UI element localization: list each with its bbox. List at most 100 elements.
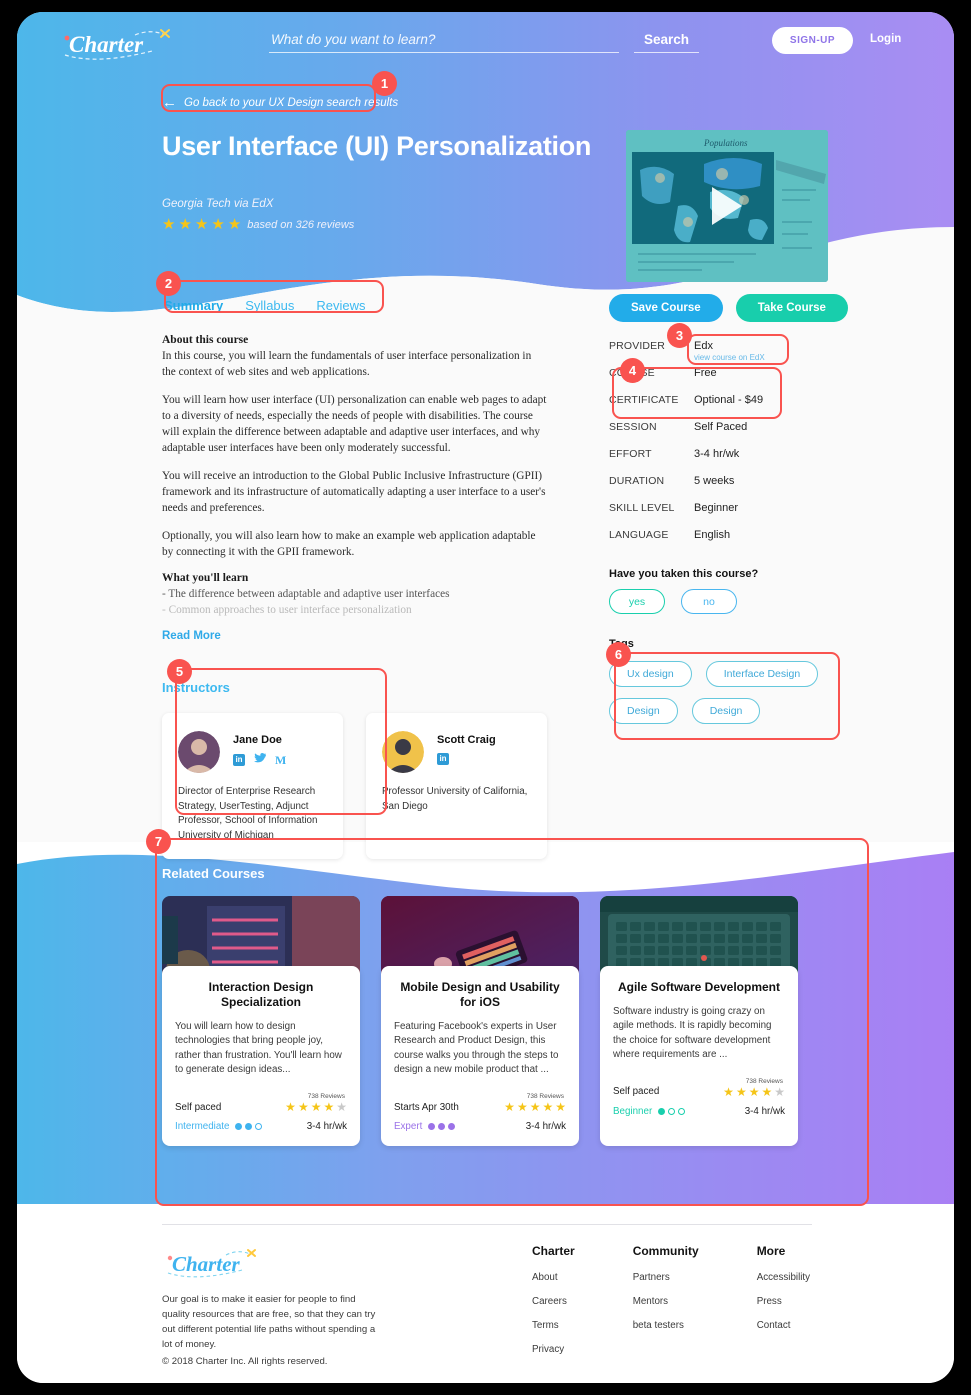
card-meta: 738 Reviews Self paced ★ ★ ★ ★ ★ Intermediate 3-… [175, 1093, 347, 1132]
login-link[interactable]: Login [870, 33, 901, 45]
tag-chip[interactable]: Interface Design [705, 661, 819, 687]
view-course-link[interactable]: view course on EdX [694, 353, 765, 362]
annotation-number-1: 1 [372, 71, 397, 96]
play-icon[interactable] [712, 187, 742, 225]
star-icon: ★ [211, 216, 225, 233]
instructor-name: Jane Doe [233, 734, 282, 747]
tab-reviews[interactable]: Reviews [316, 298, 365, 313]
instructor-bio: Director of Enterprise Research Strategy… [178, 786, 318, 841]
card-pacing: Starts Apr 30th [394, 1101, 459, 1113]
social-links: in M [233, 753, 286, 766]
related-course-card[interactable]: Interaction Design Specialization You wil… [162, 896, 360, 1146]
footer-link[interactable]: Mentors [633, 1296, 699, 1307]
level-dot [658, 1107, 666, 1115]
star-icon: ★ [297, 1100, 309, 1115]
about-paragraphs: In this course, you will learn the funda… [162, 348, 547, 560]
taken-course-answers: yes no [609, 589, 859, 614]
signup-button[interactable]: SIGN-UP [772, 27, 853, 54]
rating-count-label: based on 326 reviews [247, 218, 355, 231]
tab-syllabus[interactable]: Syllabus [245, 298, 294, 313]
card-hours: 3-4 hr/wk [525, 1121, 566, 1133]
instructor-card-2: Scott Craig in Professor University of Cal… [366, 713, 547, 860]
about-paragraph: Optionally, you will also learn how to m… [162, 530, 536, 559]
linkedin-icon[interactable]: in [233, 753, 245, 766]
card-description: Software industry is going crazy on agil… [613, 1006, 772, 1060]
footer-column-title: More [756, 1244, 786, 1258]
level-dot [668, 1107, 676, 1115]
level-dot [428, 1123, 436, 1131]
take-course-button[interactable]: Take Course [735, 294, 848, 322]
related-course-card[interactable]: Mobile Design and Usability for iOS Featu… [381, 896, 579, 1146]
footer-link-columns: Charter About Careers Terms Privacy Community… [532, 1244, 810, 1368]
read-more-link[interactable]: Read More [162, 630, 221, 642]
footer-link[interactable]: Press [757, 1296, 810, 1307]
card-description: You will learn how to design technologie… [175, 1021, 342, 1075]
footer-link[interactable]: Privacy [532, 1344, 575, 1355]
tag-chip[interactable]: Design [691, 698, 761, 724]
level-dots [235, 1123, 263, 1131]
star-icon: ★ [542, 1100, 554, 1115]
tag-list: Ux design Interface Design Design Design [609, 661, 859, 724]
about-paragraph: You will receive an introduction to the … [162, 470, 546, 515]
level-dot [255, 1123, 263, 1131]
page-footer: Charter Our goal is to make it easier fo… [17, 1204, 954, 1383]
level-label: Beginner [613, 1105, 653, 1117]
footer-brand-block: Charter Our goal is to make it easier fo… [162, 1246, 377, 1352]
annotation-number-2: 2 [156, 271, 181, 296]
card-stars: ★ ★ ★ ★ ★ [504, 1101, 566, 1113]
charter-logo-footer[interactable]: Charter [162, 1246, 262, 1280]
card-pacing: Self paced [175, 1101, 222, 1113]
star-icon: ★ [555, 1100, 566, 1115]
linkedin-icon[interactable]: in [437, 753, 449, 766]
footer-copyright: © 2018 Charter Inc. All rights reserved. [162, 1356, 328, 1367]
card-meta: 738 Reviews Starts Apr 30th ★ ★ ★ ★ ★ Expert 3-4… [394, 1093, 566, 1132]
hero-section: Charter Search SIGN-UP Login ← Go back t… [17, 12, 954, 842]
footer-link[interactable]: Accessibility [757, 1272, 810, 1283]
medium-icon[interactable]: M [275, 754, 286, 766]
detail-value: 5 weeks [694, 475, 735, 487]
right-column: Save Course Take Course PROVIDER Edx view … [609, 294, 859, 724]
tag-chip[interactable]: Design [609, 698, 678, 724]
related-course-cards: Interaction Design Specialization You wil… [162, 896, 798, 1146]
star-icon: ★ [227, 216, 242, 233]
review-count: 738 Reviews [307, 1093, 345, 1101]
taken-no-button[interactable]: no [681, 589, 737, 614]
about-heading: About this course [162, 334, 249, 346]
search-button[interactable]: Search [633, 30, 699, 53]
level-dot [448, 1123, 456, 1131]
card-hours: 3-4 hr/wk [744, 1105, 785, 1117]
course-video-thumbnail[interactable]: Populations [626, 130, 828, 282]
detail-value: 3-4 hr/wk [694, 448, 740, 460]
footer-link[interactable]: beta testers [633, 1320, 699, 1331]
detail-key: SKILL LEVEL [609, 502, 675, 514]
footer-column-title: Charter [532, 1244, 575, 1258]
detail-row-duration: DURATION 5 weeks [609, 475, 859, 502]
level-dot [678, 1107, 686, 1115]
footer-link[interactable]: Terms [532, 1320, 575, 1331]
footer-link[interactable]: Careers [532, 1296, 575, 1307]
card-stars: ★ ★ ★ ★ ★ [285, 1101, 347, 1113]
detail-value: Optional - $49 [694, 394, 764, 406]
course-provider-subtitle: Georgia Tech via EdX [162, 198, 274, 210]
save-course-button[interactable]: Save Course [609, 294, 723, 322]
search-input[interactable] [269, 30, 619, 53]
level-dot [438, 1123, 446, 1131]
tab-summary[interactable]: Summary [164, 298, 223, 313]
footer-link[interactable]: Contact [757, 1320, 810, 1331]
level-dot [245, 1123, 253, 1131]
taken-yes-button[interactable]: yes [609, 589, 665, 614]
twitter-icon[interactable] [254, 753, 266, 766]
footer-column-more: More Accessibility Press Contact [757, 1244, 810, 1368]
footer-link[interactable]: Partners [633, 1272, 699, 1283]
detail-key: EFFORT [609, 448, 652, 460]
card-level-row: Expert 3-4 hr/wk [394, 1121, 566, 1132]
instructor-header: Scott Craig in [382, 731, 531, 774]
back-link[interactable]: ← Go back to your UX Design search resul… [162, 94, 398, 111]
footer-column-title: Community [632, 1244, 699, 1258]
detail-key: SESSION [609, 421, 657, 433]
footer-link[interactable]: About [532, 1272, 575, 1283]
related-course-card[interactable]: Agile Software Development Software indus… [600, 896, 798, 1146]
charter-logo[interactable]: Charter [57, 25, 177, 61]
star-icon: ★ [310, 1100, 322, 1115]
tabs: Summary Syllabus Reviews [162, 294, 547, 320]
